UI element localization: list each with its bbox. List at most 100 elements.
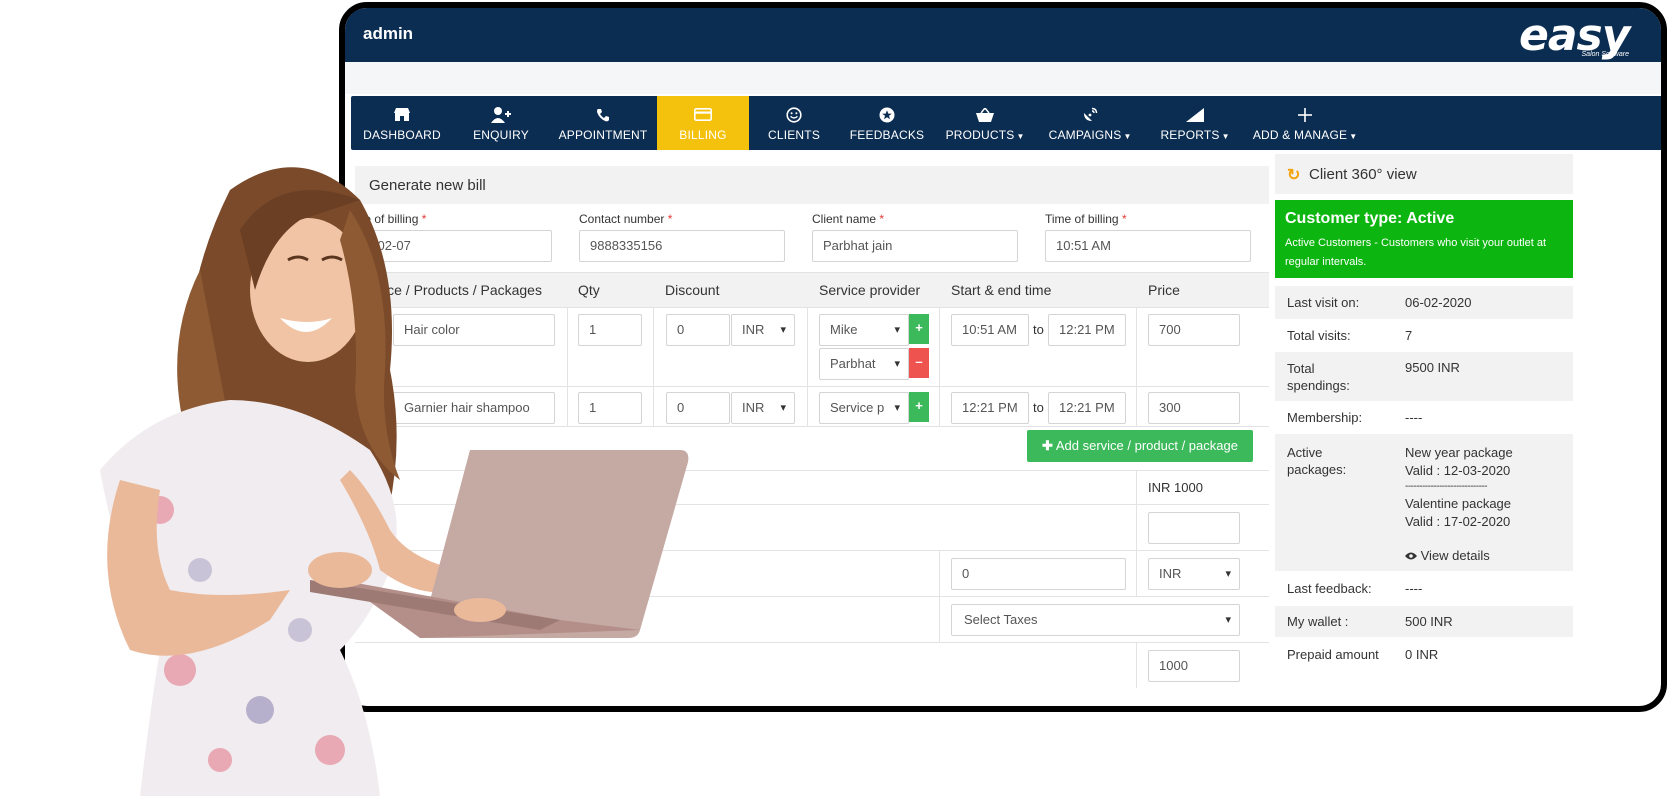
row-total-visits: Total visits: 7 bbox=[1275, 320, 1573, 352]
provider-select-row-2[interactable]: Service p bbox=[819, 392, 909, 424]
add-service-button[interactable]: ✚ Add service / product / package bbox=[1027, 430, 1253, 462]
refresh-icon[interactable]: ↻ bbox=[1287, 165, 1300, 185]
nav-label: REPORTS bbox=[1160, 127, 1220, 142]
grid-line bbox=[1136, 642, 1137, 688]
smiley-icon bbox=[786, 105, 802, 125]
nav-enquiry[interactable]: ENQUIRY bbox=[453, 96, 549, 150]
grand-total-field[interactable]: 1000 bbox=[1148, 650, 1240, 682]
row-key: Last visit on: bbox=[1287, 295, 1360, 310]
row-key: Active packages: bbox=[1287, 445, 1347, 477]
to-label: to bbox=[1033, 322, 1044, 337]
subtotal-value: INR 1000 bbox=[1148, 480, 1203, 495]
provider-select-row-1[interactable]: Mike bbox=[819, 314, 909, 346]
nav-label: CLIENTS bbox=[767, 127, 821, 142]
top-bar: admin easy Salon Software bbox=[345, 8, 1661, 62]
nav-appointment[interactable]: APPOINTMENT bbox=[549, 96, 657, 150]
caret-down-icon: ▼ bbox=[1016, 131, 1025, 141]
nav-add-manage[interactable]: ADD & MANAGE ▼ bbox=[1245, 96, 1365, 150]
nav-dashboard[interactable]: DASHBOARD bbox=[351, 96, 453, 150]
nav-label: CAMPAIGNS bbox=[1048, 127, 1122, 142]
row-total-spendings: Total spendings: 9500 INR bbox=[1275, 352, 1573, 402]
customer-type-description: Active Customers - Customers who visit y… bbox=[1285, 237, 1547, 268]
client-name-field[interactable]: Parbhat jain bbox=[812, 230, 1018, 262]
eye-icon bbox=[1405, 548, 1421, 563]
grid-line bbox=[939, 596, 940, 642]
plus-icon: ✚ bbox=[1042, 438, 1053, 453]
nav-label: APPOINTMENT bbox=[558, 127, 648, 142]
add-provider-button[interactable]: + bbox=[909, 314, 929, 344]
row-value: 500 INR bbox=[1405, 614, 1453, 629]
row-key: My wallet : bbox=[1287, 614, 1349, 629]
packages-list: New year package Valid : 12-03-2020 ----… bbox=[1405, 444, 1513, 530]
add-provider-button[interactable]: + bbox=[909, 392, 929, 422]
row-value: 9500 INR bbox=[1405, 360, 1460, 375]
price-field-row-1[interactable]: 700 bbox=[1148, 314, 1240, 346]
row-key: Total visits: bbox=[1287, 328, 1351, 343]
row-membership: Membership: ---- bbox=[1275, 402, 1573, 434]
nav-feedbacks[interactable]: FEEDBACKS bbox=[839, 96, 935, 150]
nav-clients[interactable]: CLIENTS bbox=[749, 96, 839, 150]
extra-discount-currency[interactable]: INR bbox=[1148, 558, 1240, 590]
easy-logo[interactable]: easy Salon Software bbox=[1519, 10, 1635, 61]
view-details-link[interactable]: View details bbox=[1405, 548, 1490, 563]
remove-provider-button[interactable]: – bbox=[909, 348, 929, 378]
nav-billing[interactable]: BILLING bbox=[657, 96, 749, 150]
nav-campaigns[interactable]: CAMPAIGNS ▼ bbox=[1035, 96, 1145, 150]
customer-type-heading: Customer type: Active bbox=[1285, 210, 1455, 227]
row-active-packages: Active packages: New year package Valid … bbox=[1275, 434, 1573, 572]
grid-line bbox=[807, 308, 808, 426]
add-service-label: Add service / product / package bbox=[1055, 438, 1238, 453]
package-separator: ----------------------------- bbox=[1405, 481, 1488, 492]
woman-with-laptop-photo bbox=[100, 167, 689, 796]
nav-label: ADD & MANAGE bbox=[1252, 127, 1348, 142]
col-price: Price bbox=[1148, 282, 1180, 298]
client-360-panel: ↻ Client 360° view Customer type: Active… bbox=[1275, 154, 1573, 706]
basket-icon bbox=[976, 105, 994, 125]
row-value: 7 bbox=[1405, 328, 1413, 343]
provider-select-row-1b[interactable]: Parbhat bbox=[819, 348, 909, 380]
row-value: 0 INR bbox=[1405, 647, 1439, 662]
plus-icon bbox=[1298, 105, 1312, 125]
package-validity: Valid : 17-02-2020 bbox=[1405, 513, 1511, 529]
package-name: Valentine package bbox=[1405, 496, 1512, 511]
extra-discount-field[interactable]: 0 bbox=[951, 558, 1126, 590]
customer-type-box: Customer type: Active Active Customers -… bbox=[1275, 200, 1573, 278]
nav-products[interactable]: PRODUCTS ▼ bbox=[935, 96, 1035, 150]
view-details-label: View details bbox=[1420, 548, 1490, 563]
end-time-row-2[interactable]: 12:21 PM bbox=[1048, 392, 1126, 424]
row-last-visit: Last visit on: 06-02-2020 bbox=[1275, 286, 1573, 320]
grid-line bbox=[939, 308, 940, 426]
start-time-row-2[interactable]: 12:21 PM bbox=[951, 392, 1029, 424]
row-value: ---- bbox=[1405, 581, 1423, 596]
row-key: Last feedback: bbox=[1287, 581, 1372, 596]
start-time-row-1[interactable]: 10:51 AM bbox=[951, 314, 1029, 346]
row-value: ---- bbox=[1405, 410, 1423, 425]
time-field[interactable]: 10:51 AM bbox=[1045, 230, 1251, 262]
nav-reports[interactable]: REPORTS ▼ bbox=[1145, 96, 1245, 150]
adjustment-field[interactable] bbox=[1148, 512, 1240, 544]
to-label: to bbox=[1033, 400, 1044, 415]
nav-label: BILLING bbox=[679, 127, 727, 142]
grid-line bbox=[1136, 470, 1137, 504]
grid-line bbox=[1136, 308, 1137, 426]
client-name-label: Client name * bbox=[812, 212, 885, 226]
username: admin bbox=[363, 24, 414, 43]
tax-select[interactable]: Select Taxes bbox=[951, 604, 1240, 636]
package-name: New year package bbox=[1405, 445, 1513, 460]
nav-label: PRODUCTS bbox=[945, 127, 1015, 142]
logo-subtitle: Salon Software bbox=[1581, 51, 1629, 58]
satellite-icon bbox=[1082, 105, 1098, 125]
row-key: Prepaid amount bbox=[1287, 647, 1379, 662]
price-field-row-2[interactable]: 300 bbox=[1148, 392, 1240, 424]
row-key: Total spendings: bbox=[1287, 361, 1350, 393]
store-icon bbox=[394, 105, 410, 125]
phone-icon bbox=[596, 105, 610, 125]
row-value: 06-02-2020 bbox=[1405, 295, 1472, 310]
client-360-title: Client 360° view bbox=[1309, 166, 1417, 183]
card-icon bbox=[694, 105, 712, 125]
add-user-icon bbox=[491, 105, 511, 125]
nav-label: FEEDBACKS bbox=[849, 127, 925, 142]
end-time-row-1[interactable]: 12:21 PM bbox=[1048, 314, 1126, 346]
row-prepaid: Prepaid amount 0 INR bbox=[1275, 638, 1573, 672]
caret-down-icon: ▼ bbox=[1123, 131, 1132, 141]
